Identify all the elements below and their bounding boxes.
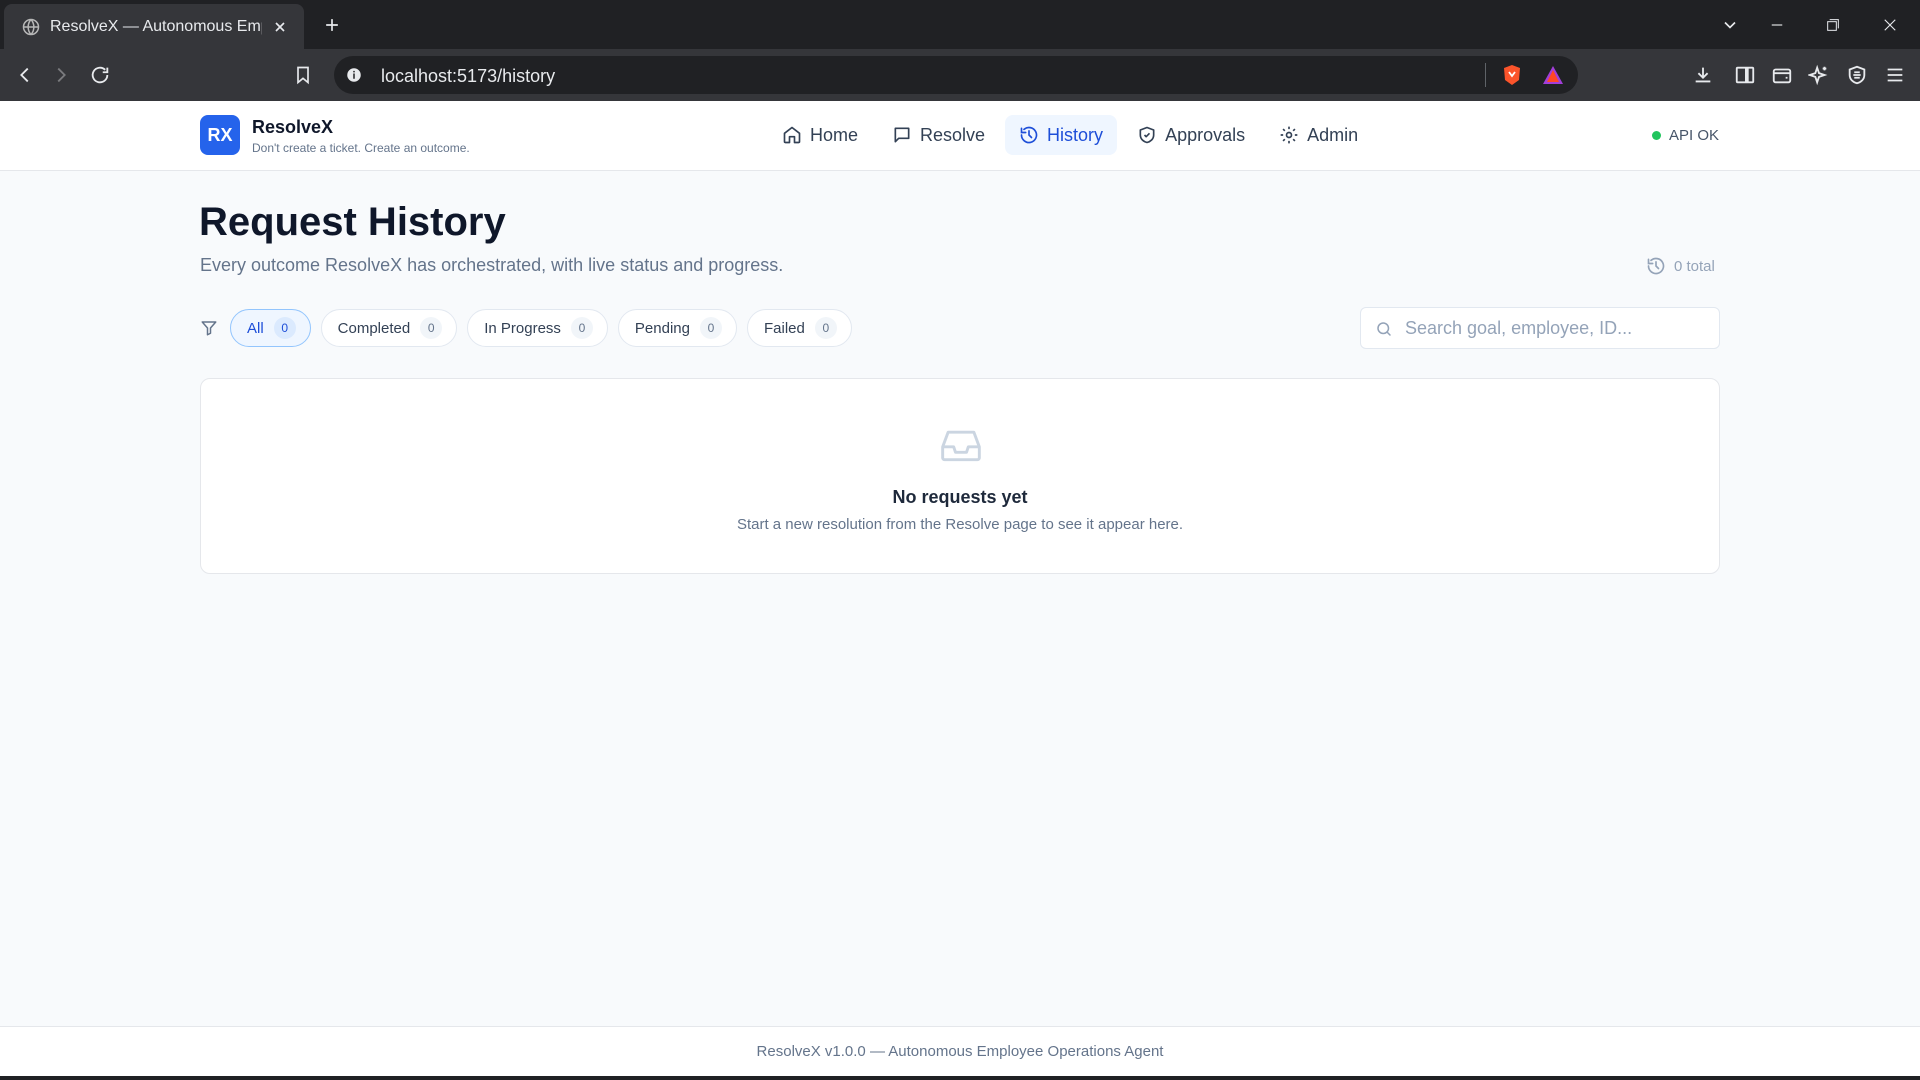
back-icon[interactable] <box>12 62 38 88</box>
total-count: 0 total <box>1646 256 1715 276</box>
empty-state-description: Start a new resolution from the Resolve … <box>736 516 1184 533</box>
browser-toolbar: localhost:5173/history <box>0 49 1920 101</box>
browser-tab-bar: ResolveX — Autonomous Emplo <box>0 0 1920 49</box>
filter-in-progress-count: 0 <box>570 317 593 339</box>
filter-failed-label: Failed <box>763 319 805 337</box>
browser-tab[interactable]: ResolveX — Autonomous Emplo <box>4 4 304 49</box>
filter-all-label: All <box>247 319 264 337</box>
app-header: RX ResolveX Don't create a ticket. Creat… <box>0 101 1920 171</box>
empty-state-title: No requests yet <box>892 487 1028 507</box>
omnibox-divider <box>1485 63 1486 87</box>
history-icon <box>1020 126 1038 144</box>
sidebar-icon[interactable] <box>1732 62 1758 88</box>
search-box <box>1360 307 1720 349</box>
nav-admin[interactable]: Admin <box>1265 115 1372 155</box>
filter-completed[interactable]: Completed 0 <box>320 309 458 347</box>
footer-text: ResolveX v1.0.0 — Autonomous Employee Op… <box>756 1043 1164 1060</box>
api-status-label: API OK <box>1669 127 1720 144</box>
filter-completed-label: Completed <box>337 319 411 337</box>
menu-icon[interactable] <box>1882 62 1908 88</box>
filter-pending-count: 0 <box>699 317 722 339</box>
wallet-icon[interactable] <box>1769 62 1795 88</box>
status-filter-bar: All 0 Completed 0 In Progress 0 Pending … <box>200 309 852 347</box>
filter-failed[interactable]: Failed 0 <box>746 309 852 347</box>
page-title: Request History <box>199 200 506 244</box>
page-subtitle: Every outcome ResolveX has orchestrated,… <box>200 255 784 275</box>
minimize-icon[interactable] <box>1764 12 1790 38</box>
bookmark-icon[interactable] <box>290 62 316 88</box>
app-logo[interactable]: RX <box>200 115 240 155</box>
home-icon <box>783 126 801 144</box>
leo-ai-icon[interactable] <box>1806 62 1832 88</box>
brave-rewards-icon[interactable] <box>1541 63 1565 87</box>
app-tagline: Don't create a ticket. Create an outcome… <box>252 141 470 155</box>
tab-list-chevron-down-icon[interactable] <box>1717 12 1743 38</box>
nav-home[interactable]: Home <box>768 115 872 155</box>
new-tab-button[interactable] <box>320 13 344 37</box>
history-icon <box>1647 257 1665 275</box>
site-info-icon[interactable] <box>342 63 366 87</box>
nav-history-label: History <box>1047 124 1104 145</box>
filter-failed-count: 0 <box>814 317 837 339</box>
filter-completed-count: 0 <box>420 317 443 339</box>
reload-icon[interactable] <box>87 62 113 88</box>
api-status: API OK <box>1652 127 1719 144</box>
brave-shields-icon[interactable] <box>1500 63 1524 87</box>
search-icon <box>1377 322 1391 336</box>
filter-all[interactable]: All 0 <box>230 309 311 347</box>
close-icon[interactable] <box>270 17 290 37</box>
window-bottom-edge <box>0 1076 1920 1080</box>
tab-title: ResolveX — Autonomous Emplo <box>50 17 262 35</box>
app-footer: ResolveX v1.0.0 — Autonomous Employee Op… <box>0 1026 1920 1076</box>
globe-icon <box>22 18 40 36</box>
app-name: ResolveX <box>252 117 334 137</box>
address-bar[interactable]: localhost:5173/history <box>334 56 1578 94</box>
vpn-shield-icon[interactable] <box>1844 62 1870 88</box>
nav-history[interactable]: History <box>1005 115 1118 155</box>
gear-icon <box>1280 126 1298 144</box>
filter-pending[interactable]: Pending 0 <box>617 309 737 347</box>
inbox-icon <box>941 430 981 462</box>
url-text: localhost:5173/history <box>381 66 556 86</box>
nav-approvals[interactable]: Approvals <box>1123 115 1259 155</box>
forward-icon[interactable] <box>48 62 74 88</box>
nav-resolve-label: Resolve <box>920 124 986 145</box>
search-input[interactable] <box>1405 308 1705 348</box>
filter-icon <box>200 319 218 337</box>
filter-all-count: 0 <box>273 317 296 339</box>
restore-icon[interactable] <box>1820 12 1846 38</box>
window-close-icon[interactable] <box>1877 12 1903 38</box>
download-icon[interactable] <box>1690 62 1716 88</box>
shield-check-icon <box>1139 126 1155 144</box>
requests-empty-state: No requests yet Start a new resolution f… <box>200 378 1720 574</box>
status-dot-icon <box>1652 131 1661 140</box>
total-label: 0 total <box>1674 257 1715 275</box>
nav-approvals-label: Approvals <box>1165 124 1246 145</box>
nav-home-label: Home <box>810 124 859 145</box>
message-icon <box>894 127 910 143</box>
nav-resolve[interactable]: Resolve <box>878 115 999 155</box>
filter-in-progress[interactable]: In Progress 0 <box>467 309 608 347</box>
filter-in-progress-label: In Progress <box>484 319 561 337</box>
filter-pending-label: Pending <box>634 319 690 337</box>
nav-admin-label: Admin <box>1307 124 1359 145</box>
main-nav: Home Resolve History Approvals Admin <box>768 115 1372 155</box>
